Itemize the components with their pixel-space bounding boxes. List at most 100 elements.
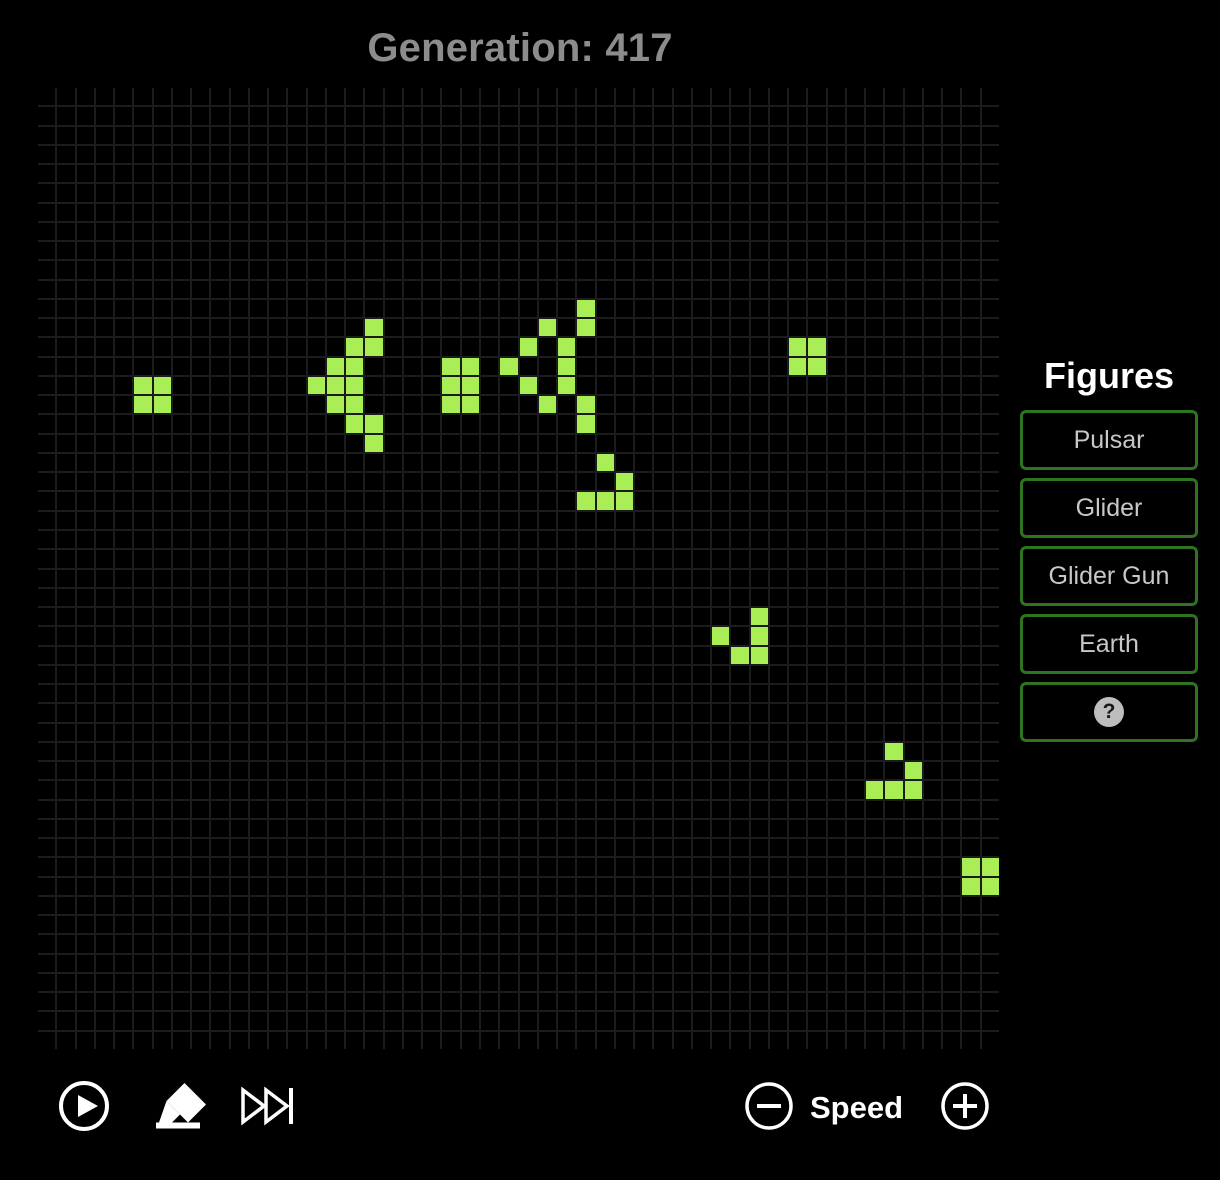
grid-cell[interactable] [615,723,634,741]
grid-cell[interactable] [538,492,557,510]
grid-cell[interactable] [538,704,557,722]
grid-cell[interactable] [769,896,788,915]
grid-cell[interactable] [76,1031,94,1049]
grid-cell[interactable] [288,627,306,645]
grid-cell[interactable] [712,588,730,607]
grid-cell[interactable] [211,1031,229,1049]
grid-cell[interactable] [904,973,922,992]
grid-cell[interactable] [192,1012,210,1030]
grid-cell[interactable] [923,511,942,529]
grid-cell[interactable] [558,511,576,529]
grid-cell[interactable] [943,415,961,433]
grid-cell[interactable] [519,473,537,491]
grid-cell[interactable] [904,222,922,241]
grid-cell[interactable] [442,877,460,895]
grid-cell[interactable] [76,203,94,221]
grid-cell[interactable] [480,1031,499,1049]
grid-cell[interactable] [384,973,402,992]
grid-cell[interactable] [480,242,499,260]
grid-cell[interactable] [673,935,691,953]
grid-cell[interactable] [384,242,402,260]
grid-cell[interactable] [249,299,268,318]
grid-cell[interactable] [95,781,114,799]
grid-cell[interactable] [943,665,961,684]
grid-cell[interactable] [962,896,980,915]
grid-cell[interactable] [923,184,942,202]
grid-cell[interactable] [57,550,75,568]
grid-cell[interactable] [115,184,133,202]
grid-cell[interactable] [750,88,768,106]
grid-cell[interactable] [712,473,730,491]
grid-cell[interactable] [808,126,826,144]
grid-cell-alive[interactable] [153,396,171,414]
grid-cell[interactable] [596,550,614,568]
grid-cell[interactable] [269,88,287,106]
grid-cell[interactable] [558,742,576,761]
grid-cell[interactable] [731,492,749,510]
grid-cell[interactable] [38,357,56,375]
grid-cell[interactable] [904,916,922,934]
grid-cell[interactable] [230,569,248,587]
grid-cell[interactable] [615,184,634,202]
grid-cell[interactable] [577,242,595,260]
grid-cell[interactable] [519,107,537,125]
grid-cell[interactable] [346,665,364,684]
grid-cell[interactable] [230,376,248,395]
grid-cell[interactable] [76,107,94,125]
grid-cell[interactable] [76,126,94,144]
grid-cell[interactable] [230,819,248,838]
grid-cell[interactable] [943,453,961,472]
grid-cell[interactable] [423,242,441,260]
grid-cell[interactable] [442,453,460,472]
grid-cell[interactable] [731,877,749,895]
grid-cell[interactable] [346,165,364,183]
grid-cell[interactable] [558,608,576,626]
grid-cell[interactable] [211,376,229,395]
grid-cell[interactable] [461,819,479,838]
grid-cell[interactable] [172,954,191,972]
grid-cell[interactable] [230,511,248,529]
grid-cell[interactable] [635,338,653,356]
grid-cell[interactable] [500,203,518,221]
grid-cell[interactable] [654,88,672,106]
grid-cell[interactable] [923,434,942,452]
grid-cell[interactable] [692,569,711,587]
grid-cell[interactable] [789,415,807,433]
grid-cell[interactable] [885,935,903,953]
grid-cell[interactable] [885,145,903,164]
grid-cell[interactable] [288,819,306,838]
grid-cell[interactable] [789,993,807,1011]
grid-cell[interactable] [192,935,210,953]
grid-cell[interactable] [654,376,672,395]
grid-cell[interactable] [269,299,287,318]
grid-cell[interactable] [577,338,595,356]
grid-cell[interactable] [403,145,422,164]
grid-cell[interactable] [500,299,518,318]
grid-cell-alive[interactable] [577,415,595,433]
grid-cell[interactable] [384,107,402,125]
grid-cell[interactable] [789,646,807,664]
grid-cell[interactable] [365,550,383,568]
grid-cell[interactable] [423,126,441,144]
grid-cell[interactable] [57,280,75,298]
grid-cell[interactable] [442,126,460,144]
grid-cell[interactable] [38,704,56,722]
grid-cell[interactable] [153,473,171,491]
grid-cell[interactable] [153,627,171,645]
grid-cell[interactable] [673,723,691,741]
grid-cell[interactable] [846,608,865,626]
grid-cell[interactable] [192,261,210,279]
grid-cell[interactable] [384,569,402,587]
grid-cell[interactable] [38,781,56,799]
grid-cell[interactable] [480,723,499,741]
grid-cell[interactable] [654,762,672,780]
grid-cell[interactable] [904,473,922,491]
grid-cell[interactable] [885,242,903,260]
grid-cell[interactable] [115,839,133,857]
grid-cell[interactable] [288,511,306,529]
grid-cell[interactable] [538,126,557,144]
grid-cell[interactable] [403,550,422,568]
grid-cell[interactable] [769,858,788,876]
grid-cell[interactable] [134,993,152,1011]
grid-cell[interactable] [403,954,422,972]
